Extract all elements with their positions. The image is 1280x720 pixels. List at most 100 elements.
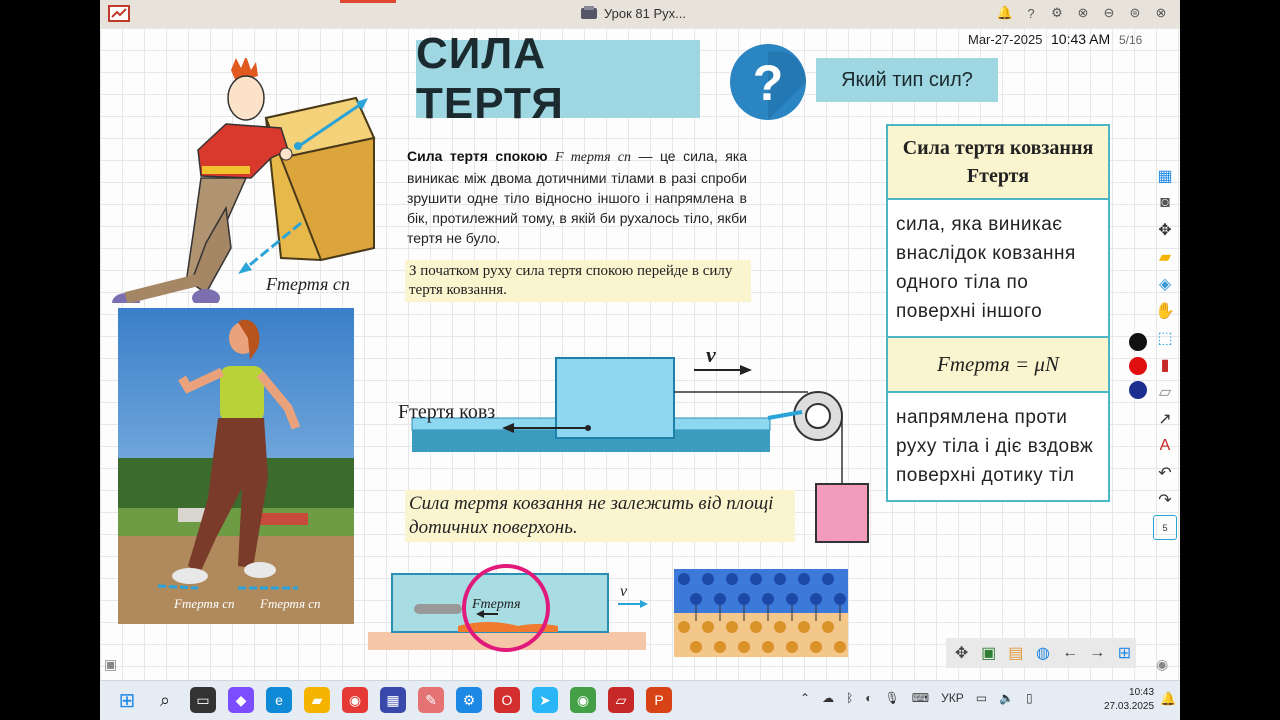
board-time: 10:43 AM xyxy=(1051,31,1111,47)
language-indicator[interactable]: УКР xyxy=(941,691,964,705)
zoom-friction-label: Fтертя xyxy=(471,597,520,612)
clock-time: 10:43 xyxy=(1129,687,1155,698)
line-icon[interactable]: ↗ xyxy=(1154,407,1176,430)
eraser-icon[interactable]: ▱ xyxy=(1154,380,1176,403)
system-tray: ⌃ ☁ ᛒ ◐ 🎙 ⌨ УКР ▭ 🔈 ▯ xyxy=(800,691,1033,705)
edge-icon[interactable]: e xyxy=(266,687,292,713)
color-black[interactable] xyxy=(1129,333,1147,351)
copilot-icon[interactable]: ◆ xyxy=(228,687,254,713)
page-indicator: 5/16 xyxy=(1119,33,1143,47)
title-bar: Урок 81 Рух... 🔔 ? ⚙ ⊗ ⊖ ⊜ ⊗ xyxy=(100,0,1180,28)
close-icon[interactable]: ⊗ xyxy=(1152,4,1170,22)
page-badge[interactable]: 5 xyxy=(1153,515,1177,540)
opera-icon[interactable]: O xyxy=(494,687,520,713)
image-tool-icon[interactable]: ▣ xyxy=(104,656,117,673)
whiteboard-app-icon[interactable] xyxy=(108,4,130,24)
minimize-icon[interactable]: ⊖ xyxy=(1100,4,1118,22)
clipboard-icon[interactable]: ▤ xyxy=(1004,641,1027,665)
search-icon[interactable]: ⌕ xyxy=(152,687,178,713)
note-start-motion: З початком руху сила тертя спокою перейд… xyxy=(405,260,751,302)
microphone-icon[interactable]: 🎙 xyxy=(885,691,900,705)
sliding-friction-label: Fтертя ковз xyxy=(398,401,495,423)
page-title-text: СИЛА ТЕРТЯ xyxy=(416,29,564,128)
folder-icon[interactable]: ▰ xyxy=(1154,245,1176,268)
molecular-surface-diagram xyxy=(674,569,848,657)
chevron-up-icon[interactable]: ⌃ xyxy=(800,691,810,705)
layers-icon[interactable]: ◈ xyxy=(1154,272,1176,295)
clock-date: 27.03.2025 xyxy=(1104,701,1155,712)
network-icon[interactable]: ◐ xyxy=(865,691,872,705)
browser-icon[interactable]: ◍ xyxy=(1031,641,1054,665)
table-definition: сила, яка виникає внаслідок ковзання одн… xyxy=(888,200,1108,338)
move-tool-icon[interactable]: ✥ xyxy=(950,641,973,665)
move-icon[interactable]: ✥ xyxy=(1154,218,1176,241)
whiteboard-canvas[interactable]: Mar-27-2025 10:43 AM 5/16 F Fтертя сп xyxy=(100,28,1180,680)
start-icon[interactable]: ⊞ xyxy=(114,687,140,713)
explorer-icon[interactable]: ▰ xyxy=(304,687,330,713)
taskbar: ⊞ ⌕ ▭ ◆ e ▰ ◉ ▦ ✎ ⚙ O ➤ ◉ ▱ P ⌃ ☁ ᛒ ◐ 🎙 … xyxy=(100,680,1180,720)
tool-sidebar: ▦ ◙ ✥ ▰ ◈ ✋ ⬚ ▮ ▱ ↗ A ↶ ↷ 5 xyxy=(1152,164,1178,540)
svg-text:?: ? xyxy=(753,55,784,111)
photo-label-2: Fтертя сп xyxy=(259,596,321,611)
gallery-icon[interactable]: ▣ xyxy=(977,641,1000,665)
table-direction: напрямлена проти руху тіла і діє вздовж … xyxy=(896,407,1094,486)
note-contact-area: Сила тертя ковзання не залежить від площ… xyxy=(405,490,795,542)
definition-symbol: F тертя сп xyxy=(555,150,631,165)
text-icon[interactable]: A xyxy=(1154,434,1176,457)
next-page-icon[interactable]: → xyxy=(1086,641,1109,665)
question-icon: ? xyxy=(730,44,807,120)
chrome-icon[interactable]: ◉ xyxy=(342,687,368,713)
static-friction-definition: Сила тертя спокою F тертя сп — це сила, … xyxy=(407,146,747,248)
pushing-box-illustration: F Fтертя сп xyxy=(112,58,376,303)
taskbar-clock[interactable]: 10:43 27.03.2025 xyxy=(1104,686,1154,714)
monitor-icon[interactable]: ▭ xyxy=(976,691,987,705)
photo-label-1: Fтертя сп xyxy=(173,596,235,611)
taskbar-apps: ⊞ ⌕ ▭ ◆ e ▰ ◉ ▦ ✎ ⚙ O ➤ ◉ ▱ P xyxy=(114,687,672,713)
table-formula: Fтертя = μN xyxy=(888,338,1108,393)
bell-icon[interactable]: 🔔 xyxy=(996,4,1014,22)
notification-icon[interactable]: 🔔 xyxy=(1160,691,1176,707)
window-title-text: Урок 81 Рух... xyxy=(604,5,687,21)
zoom-velocity-label: v xyxy=(620,583,628,600)
settings-app-icon[interactable]: ⚙ xyxy=(456,687,482,713)
task-view-icon[interactable]: ▭ xyxy=(190,687,216,713)
cloud-icon[interactable]: ☁ xyxy=(822,691,834,705)
previous-page-icon[interactable]: ← xyxy=(1059,641,1082,665)
color-red[interactable] xyxy=(1129,357,1147,375)
color-blue[interactable] xyxy=(1129,381,1147,399)
redo-icon[interactable]: ↷ xyxy=(1154,488,1176,511)
sliding-friction-table: Сила тертя ковзання Fтертя сила, яка вин… xyxy=(886,124,1110,502)
camera-icon[interactable]: ◙ xyxy=(1154,191,1176,214)
battery-icon[interactable]: ▯ xyxy=(1026,691,1033,705)
help-icon[interactable]: ? xyxy=(1022,4,1040,22)
static-friction-label: Fтертя сп xyxy=(265,274,350,294)
marker-icon[interactable]: ▮ xyxy=(1154,353,1176,376)
powerpoint-icon[interactable]: P xyxy=(646,687,672,713)
document-icon xyxy=(581,6,597,19)
chrome-profile-icon[interactable]: ◉ xyxy=(570,687,596,713)
walking-woman-photo: Fтертя сп Fтертя сп xyxy=(118,308,354,624)
add-page-icon[interactable]: ⊞ xyxy=(1113,641,1136,665)
restore-icon[interactable]: ⊜ xyxy=(1126,4,1144,22)
bluetooth-icon[interactable]: ᛒ xyxy=(846,691,853,705)
keyboard-icon[interactable]: ⌨ xyxy=(912,691,929,705)
hand-icon[interactable]: ✋ xyxy=(1154,299,1176,322)
windows-icon[interactable]: ▦ xyxy=(1154,164,1176,187)
gear-icon[interactable]: ⚙ xyxy=(1048,4,1066,22)
velocity-label: v xyxy=(706,342,716,367)
record-icon[interactable]: ◉ xyxy=(1156,656,1168,673)
question-box: Який тип сил? xyxy=(816,58,998,102)
table-header: Сила тертя ковзання Fтертя xyxy=(888,126,1108,200)
expand-icon[interactable]: ⊗ xyxy=(1074,4,1092,22)
whiteboard-taskbar-icon[interactable]: ▱ xyxy=(608,687,634,713)
telegram-icon[interactable]: ➤ xyxy=(532,687,558,713)
page-title: СИЛА ТЕРТЯ xyxy=(416,29,700,128)
paint-icon[interactable]: ✎ xyxy=(418,687,444,713)
volume-icon[interactable]: 🔈 xyxy=(999,691,1014,705)
undo-icon[interactable]: ↶ xyxy=(1154,461,1176,484)
definition-term: Сила тертя спокою xyxy=(407,148,548,164)
question-text: Який тип сил? xyxy=(841,68,973,91)
select-icon[interactable]: ⬚ xyxy=(1154,326,1176,349)
store-icon[interactable]: ▦ xyxy=(380,687,406,713)
window-title: Урок 81 Рух... xyxy=(580,5,686,21)
